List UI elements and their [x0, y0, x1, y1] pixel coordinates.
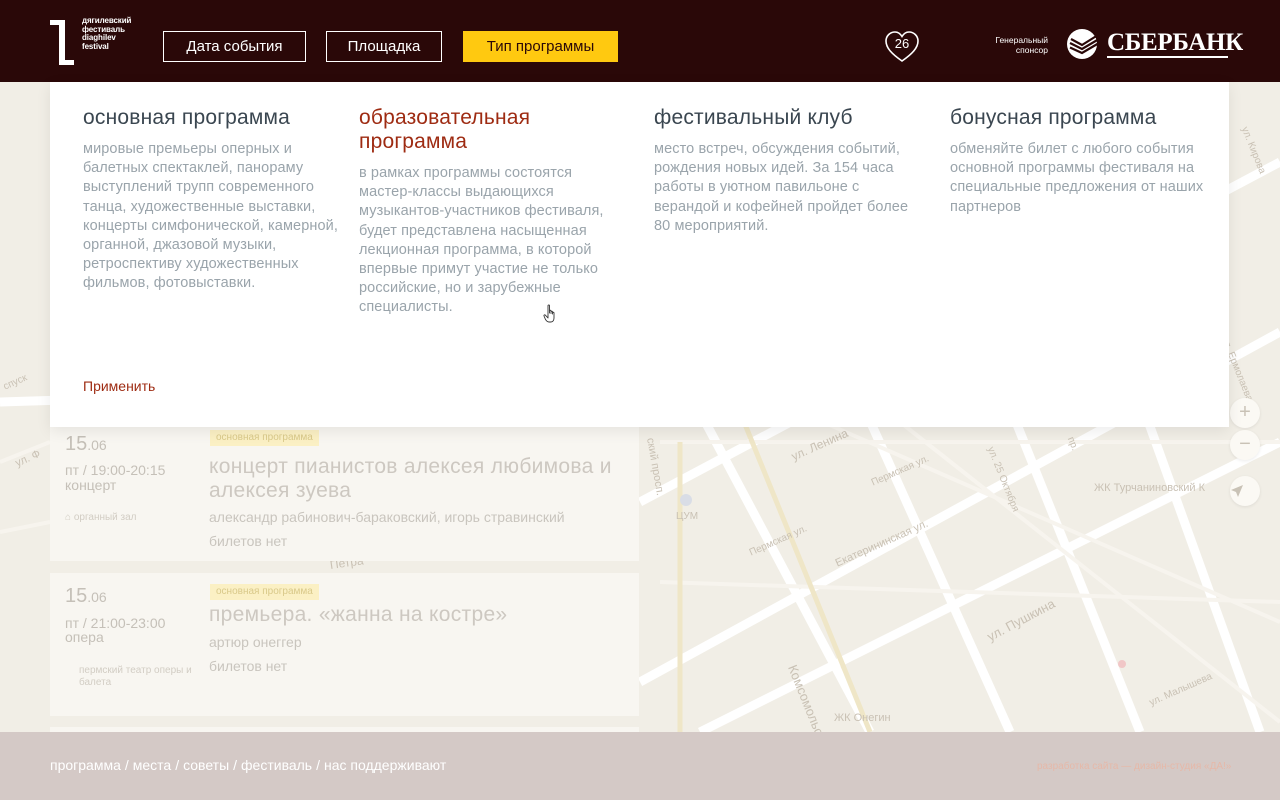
map-label-turchaninovsky: ЖК Турчаниновский К — [1094, 482, 1206, 494]
event-place: пермский театр оперы и балета — [79, 665, 192, 688]
program-option-title[interactable]: фестивальный клуб — [654, 106, 914, 130]
program-type-dropdown: основная программа мировые премьеры опер… — [50, 82, 1229, 427]
event-program-badge: основная программа — [210, 430, 319, 446]
event-list: 15.06 пт / 19:00-20:15 концерт ⌂ органны… — [50, 427, 639, 732]
map-locate-button[interactable] — [1230, 476, 1260, 506]
map-label-tsum: ЦУМ — [676, 511, 699, 522]
map-zoom-out-button[interactable]: − — [1230, 430, 1260, 460]
event-card[interactable]: 15.06 пт / 21:00-23:00 опера пермский те… — [50, 573, 639, 716]
footer-nav: программа / места / советы / фестиваль / нас под… — [50, 757, 447, 773]
program-option-bonus[interactable]: бонусная программа обменяйте билет с люб… — [950, 106, 1210, 217]
favorites-count: 26 — [894, 36, 910, 51]
hand-pointer-icon — [543, 304, 555, 323]
logo-text: дягилевский фестиваль diaghilev festival — [82, 16, 132, 51]
event-card[interactable]: 15.06 пт / 19:00-20:15 концерт ⌂ органны… — [50, 427, 639, 561]
logo-mark-icon — [50, 17, 74, 67]
program-option-title[interactable]: бонусная программа — [950, 106, 1210, 130]
festival-logo[interactable]: дягилевский фестиваль diaghilev festival — [50, 16, 140, 67]
filter-date-button[interactable]: Дата события — [163, 31, 306, 62]
sponsor-name: СБЕРБАНК — [1107, 29, 1243, 56]
footer-link-tips[interactable]: советы — [183, 757, 229, 773]
map-label-onegin: ЖК Онегин — [834, 712, 891, 724]
event-title[interactable]: концерт пианистов алексея любимова и але… — [209, 455, 629, 503]
footer-credit[interactable]: разработка сайта — дизайн-студия «ДА!» — [1037, 761, 1231, 772]
event-performers: александр рабинович-бараковский, игорь с… — [209, 509, 565, 525]
footer-link-festival[interactable]: фестиваль — [241, 757, 312, 773]
program-option-title[interactable]: основная программа — [83, 106, 343, 130]
site-header: дягилевский фестиваль diaghilev festival… — [0, 0, 1280, 82]
event-date: 15.06 — [65, 585, 107, 607]
event-category: опера — [65, 629, 104, 645]
program-option-description: обменяйте билет с любого события основно… — [950, 141, 1204, 215]
locate-arrow-icon — [1231, 485, 1243, 497]
footer-link-places[interactable]: места — [133, 757, 171, 773]
sponsor-label: Генеральный спонсор — [995, 35, 1048, 55]
favorites-button[interactable]: 26 — [884, 30, 920, 64]
filter-venue-button[interactable]: Площадка — [326, 31, 442, 62]
program-option-title[interactable]: образовательная программа — [359, 106, 619, 154]
footer-link-program[interactable]: программа — [50, 757, 121, 773]
event-program-badge: основная программа — [210, 584, 319, 600]
event-place: ⌂ органный зал — [65, 512, 137, 523]
sponsor-logo[interactable]: СБЕРБАНК — [1066, 28, 1243, 60]
sponsor-underline — [1107, 56, 1228, 58]
map-zoom-in-button[interactable]: + — [1230, 398, 1260, 428]
event-time: пт / 19:00-20:15 — [65, 462, 166, 478]
event-category: концерт — [65, 477, 117, 493]
venue-icon: ⌂ — [65, 512, 74, 523]
program-option-club[interactable]: фестивальный клуб место встреч, обсужден… — [654, 106, 914, 236]
event-tickets: билетов нет — [209, 533, 288, 549]
program-option-description: место встреч, обсуждения событий, рожден… — [654, 141, 909, 234]
event-performers: артюр онеггер — [209, 634, 302, 650]
program-option-description: в рамках программы состоятся мастер-клас… — [359, 165, 604, 316]
event-title[interactable]: премьера. «жанна на костре» — [209, 603, 629, 627]
event-date: 15.06 — [65, 433, 107, 455]
footer-link-supporters[interactable]: нас поддерживают — [324, 757, 446, 773]
program-option-educational[interactable]: образовательная программа в рамках прогр… — [359, 106, 619, 318]
program-option-main[interactable]: основная программа мировые премьеры опер… — [83, 106, 343, 294]
site-footer: программа / места / советы / фестиваль / нас под… — [0, 732, 1280, 800]
filter-program-type-button[interactable]: Тип программы — [463, 31, 618, 62]
sberbank-logo-icon — [1067, 29, 1100, 59]
apply-button[interactable]: Применить — [83, 378, 155, 394]
event-tickets: билетов нет — [209, 658, 288, 674]
program-option-description: мировые премьеры оперных и балетных спек… — [83, 141, 338, 292]
